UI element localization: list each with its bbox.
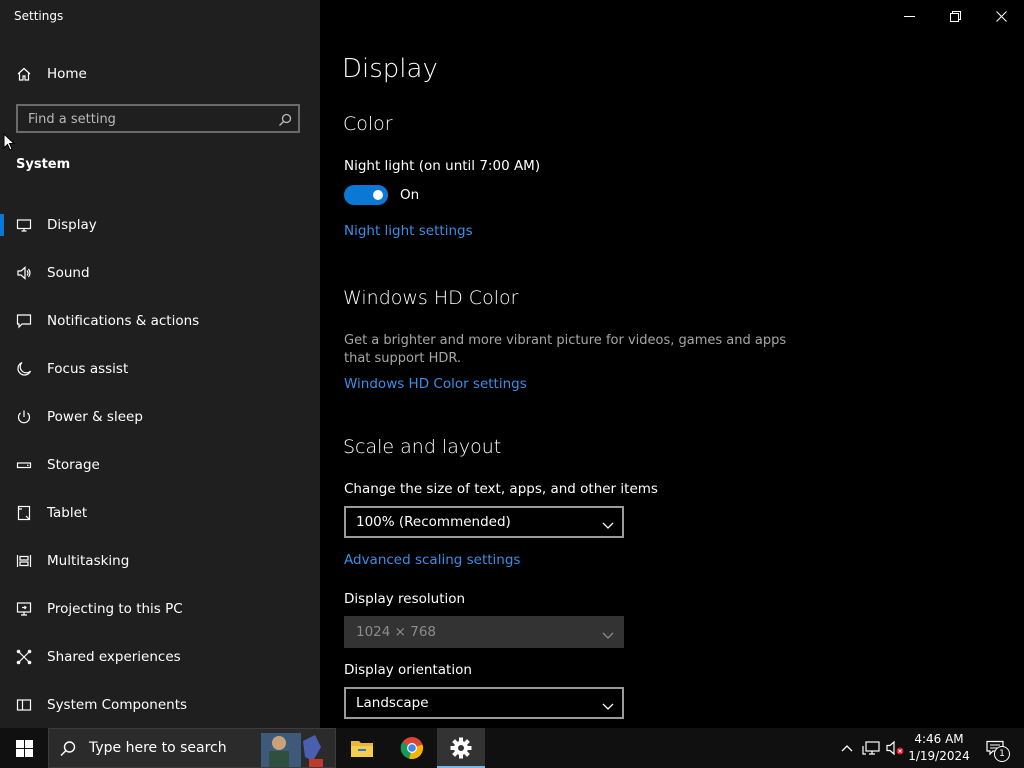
projecting-icon (16, 601, 32, 617)
sidebar-item-shared-experiences[interactable]: Shared experiences (0, 633, 320, 681)
sidebar-item-label: Projecting to this PC (47, 601, 183, 617)
search-icon (59, 740, 77, 758)
sidebar-item-notifications[interactable]: Notifications & actions (0, 297, 320, 345)
start-button[interactable] (0, 728, 48, 768)
sidebar-home[interactable]: Home (16, 62, 87, 86)
sidebar-item-label: Multitasking (47, 553, 130, 569)
taskbar-clock[interactable]: 4:46 AM 1/19/2024 (905, 731, 973, 765)
scale-size-label: Change the size of text, apps, and other… (344, 481, 658, 497)
shared-icon (16, 649, 32, 665)
resolution-label: Display resolution (344, 591, 466, 607)
chevron-down-icon (602, 626, 614, 639)
home-icon (16, 66, 32, 82)
night-light-toggle-state: On (400, 187, 420, 203)
sidebar-item-power-sleep[interactable]: Power & sleep (0, 393, 320, 441)
monitor-icon (16, 217, 32, 233)
scale-size-dropdown[interactable]: 100% (Recommended) (344, 506, 624, 538)
taskbar-chrome[interactable] (388, 728, 436, 768)
sidebar-item-label: Focus assist (47, 361, 129, 377)
orientation-dropdown[interactable]: Landscape (344, 687, 624, 719)
app-title: Settings (14, 9, 64, 23)
speaker-icon (16, 265, 32, 281)
sidebar-item-label: Power & sleep (47, 409, 143, 425)
volume-muted-icon (886, 740, 904, 756)
advanced-scaling-link[interactable]: Advanced scaling settings (344, 552, 520, 568)
notification-count-badge: 1 (994, 746, 1010, 762)
night-light-toggle[interactable] (344, 185, 388, 205)
minimize-icon (903, 15, 915, 17)
page-title: Display (342, 54, 438, 84)
sidebar: Settings Home System Display Sound Notif… (0, 0, 320, 728)
sidebar-item-label: Shared experiences (47, 649, 181, 665)
chevron-up-icon (841, 745, 853, 752)
night-light-settings-link[interactable]: Night light settings (344, 223, 473, 239)
sidebar-item-display[interactable]: Display (0, 201, 320, 249)
restore-icon (949, 10, 961, 22)
tray-overflow-button[interactable] (838, 728, 856, 768)
taskbar: Type here to search 4:46 AM 1/19/2024 1 (0, 728, 1024, 768)
sidebar-item-label: Sound (47, 265, 90, 281)
sidebar-item-projecting[interactable]: Projecting to this PC (0, 585, 320, 633)
orientation-value: Landscape (356, 695, 429, 711)
sidebar-item-label: Notifications & actions (47, 313, 200, 329)
sidebar-item-system-components[interactable]: System Components (0, 681, 320, 729)
taskbar-search-placeholder: Type here to search (89, 740, 227, 756)
close-icon (995, 10, 1007, 22)
scale-size-value: 100% (Recommended) (356, 514, 511, 530)
hd-color-settings-link[interactable]: Windows HD Color settings (344, 376, 527, 392)
restore-button[interactable] (932, 0, 978, 32)
taskbar-settings[interactable] (437, 728, 485, 768)
gear-icon (450, 737, 472, 759)
toggle-knob (373, 190, 383, 200)
power-icon (16, 409, 32, 425)
tablet-icon (16, 505, 32, 521)
hd-color-description: Get a brighter and more vibrant picture … (344, 333, 787, 366)
taskbar-search[interactable]: Type here to search (48, 728, 336, 768)
resolution-value: 1024 × 768 (356, 624, 437, 640)
taskbar-file-explorer[interactable] (338, 728, 386, 768)
folder-icon (351, 741, 373, 757)
heading-color: Color (343, 113, 393, 135)
tray-volume[interactable] (884, 728, 906, 768)
minimize-button[interactable] (886, 0, 932, 32)
sidebar-item-storage[interactable]: Storage (0, 441, 320, 489)
search-highlight-illustration-icon (261, 733, 323, 767)
sidebar-item-label: System Components (47, 697, 188, 713)
clock-time: 4:46 AM (914, 732, 964, 746)
components-icon (16, 697, 32, 713)
mouse-cursor-icon (3, 133, 15, 151)
multitasking-icon (16, 553, 32, 569)
windows-logo-icon (15, 739, 33, 757)
sidebar-nav: Display Sound Notifications & actions Fo… (0, 201, 320, 729)
heading-scale-layout: Scale and layout (343, 436, 502, 458)
tray-network[interactable] (860, 728, 882, 768)
close-button[interactable] (978, 0, 1024, 32)
sidebar-item-focus-assist[interactable]: Focus assist (0, 345, 320, 393)
moon-icon (16, 361, 32, 377)
sidebar-item-label: Display (47, 217, 97, 233)
home-label: Home (47, 66, 87, 82)
sidebar-item-label: Storage (47, 457, 100, 473)
chrome-icon (400, 737, 424, 760)
clock-date: 1/19/2024 (908, 749, 970, 763)
find-setting-input[interactable] (28, 110, 268, 128)
find-setting-search[interactable] (16, 104, 300, 133)
chevron-down-icon (602, 516, 614, 529)
sidebar-item-multitasking[interactable]: Multitasking (0, 537, 320, 585)
message-icon (16, 313, 32, 329)
search-icon[interactable] (278, 112, 292, 126)
sidebar-item-sound[interactable]: Sound (0, 249, 320, 297)
network-icon (862, 741, 880, 755)
sidebar-item-tablet[interactable]: Tablet (0, 489, 320, 537)
resolution-dropdown: 1024 × 768 (344, 616, 624, 648)
orientation-label: Display orientation (344, 662, 472, 678)
heading-hd-color: Windows HD Color (343, 287, 519, 309)
chevron-down-icon (602, 697, 614, 710)
night-light-label: Night light (on until 7:00 AM) (344, 158, 541, 174)
storage-icon (16, 457, 32, 473)
sidebar-item-label: Tablet (47, 505, 88, 521)
section-label-system: System (16, 157, 71, 172)
